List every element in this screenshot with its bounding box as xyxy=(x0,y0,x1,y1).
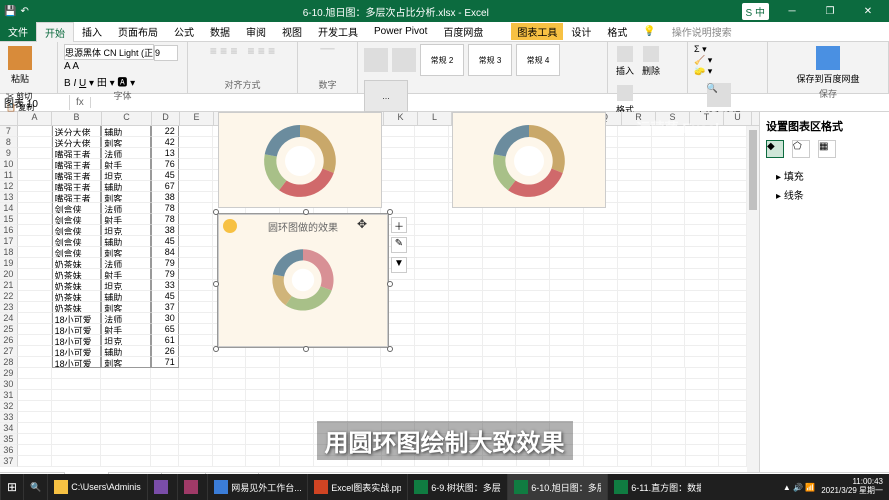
font-size-select[interactable] xyxy=(154,45,178,61)
sheet-area[interactable]: ABCDEFGHIJKLMNOPQRSTU 7送分大佬辅助228送分大佬刺客42… xyxy=(0,112,759,472)
pane-fill-icon[interactable]: ◆ xyxy=(766,140,784,158)
search-btn[interactable]: 🔍 xyxy=(23,474,47,500)
task-item[interactable]: 6-11.直方图：数据... xyxy=(607,474,707,500)
tab-dev[interactable]: 开发工具 xyxy=(310,22,366,41)
cond-format-icon[interactable] xyxy=(364,48,388,72)
tree-line[interactable]: ▸ 线条 xyxy=(766,185,883,204)
format-pane: 设置图表区格式 ◆ ⬠ ▦ ▸ 填充 ▸ 线条 xyxy=(759,112,889,472)
task-item[interactable]: 网易见外工作台... xyxy=(207,474,307,500)
restore-btn[interactable]: ❐ xyxy=(815,6,845,17)
tab-home[interactable]: 开始 xyxy=(36,22,74,42)
tab-review[interactable]: 审阅 xyxy=(238,22,274,41)
close-btn[interactable]: ✕ xyxy=(853,6,883,17)
tray-date: 2021/3/29 星期一 xyxy=(821,487,883,496)
tab-insert[interactable]: 插入 xyxy=(74,22,110,41)
style-more[interactable]: … xyxy=(364,80,408,112)
tab-data[interactable]: 数据 xyxy=(202,22,238,41)
delete-cell-btn[interactable]: 删除 xyxy=(640,44,662,79)
save-cloud-btn[interactable]: 保存到百度网盘 xyxy=(794,44,861,87)
pane-title: 设置图表区格式 xyxy=(766,118,883,134)
tab-view[interactable]: 视图 xyxy=(274,22,310,41)
ime-badge: S 中 xyxy=(742,3,769,20)
taskbar: ⊞ 🔍 C:\Users\Adminis... 网易见外工作台... Excel… xyxy=(0,474,889,500)
chart-filter-btn[interactable]: ▼ xyxy=(391,257,407,273)
start-btn[interactable]: ⊞ xyxy=(0,474,23,500)
scroll-vertical[interactable] xyxy=(747,126,759,472)
group-align-label: 对齐方式 xyxy=(224,78,260,91)
watermark: 运营菌 Excel xyxy=(637,118,719,138)
video-caption: 用圆环图绘制大致效果 xyxy=(317,421,573,460)
font-name-select[interactable] xyxy=(64,44,154,60)
chart-add-btn[interactable]: ＋ xyxy=(391,217,407,233)
group-save-label: 保存 xyxy=(819,87,837,100)
window-title: 6-10.旭日图：多层次占比分析.xlsx - Excel xyxy=(50,4,742,19)
minimize-btn[interactable]: ─ xyxy=(777,6,807,17)
tab-design[interactable]: 设计 xyxy=(563,22,599,41)
tab-file[interactable]: 文件 xyxy=(0,22,36,41)
insert-cell-btn[interactable]: 插入 xyxy=(614,44,636,79)
tab-layout[interactable]: 页面布局 xyxy=(110,22,166,41)
group-number-label: 数字 xyxy=(318,78,336,91)
style-slot-2[interactable]: 常规 3 xyxy=(468,44,512,76)
qat-undo-icon[interactable]: ↶ xyxy=(20,6,28,17)
tell-me[interactable]: 操作说明搜索 xyxy=(664,22,740,41)
tab-formulas[interactable]: 公式 xyxy=(166,22,202,41)
chart-top-right[interactable] xyxy=(452,112,606,208)
name-box[interactable]: 图表 10 xyxy=(0,95,70,110)
chart-selected[interactable]: 圆环图做的效果 ✥ ＋ ✎ ▼ xyxy=(218,214,388,347)
tab-pivot[interactable]: Power Pivot xyxy=(366,24,435,39)
group-font-label: 字体 xyxy=(113,89,131,102)
task-item[interactable] xyxy=(177,474,207,500)
qat-save-icon[interactable]: 💾 xyxy=(4,6,16,17)
move-cursor-icon: ✥ xyxy=(357,217,367,231)
pane-size-icon[interactable]: ▦ xyxy=(818,140,836,158)
chart-top-left[interactable] xyxy=(218,112,382,208)
tree-fill[interactable]: ▸ 填充 xyxy=(766,166,883,185)
fx-label[interactable]: fx xyxy=(70,97,91,108)
ribbon: 粘贴 ✂ 剪切 📋 复制 剪贴板 A A B I U ▾ 田 ▾ 🅰 ▾ 字体 … xyxy=(0,42,889,94)
tab-baidu[interactable]: 百度网盘 xyxy=(435,22,491,41)
task-item[interactable]: Excel图表实战.ppt... xyxy=(307,474,407,500)
task-item[interactable]: C:\Users\Adminis... xyxy=(47,474,147,500)
paste-btn[interactable]: 粘贴 xyxy=(6,44,34,87)
style-slot-1[interactable]: 常规 2 xyxy=(420,44,464,76)
table-format-icon[interactable] xyxy=(392,48,416,72)
tab-format[interactable]: 格式 xyxy=(599,22,635,41)
chart-tools-context: 图表工具 xyxy=(511,23,563,40)
ribbon-tabs: 文件 开始 插入 页面布局 公式 数据 审阅 视图 开发工具 Power Piv… xyxy=(0,22,889,42)
pane-effects-icon[interactable]: ⬠ xyxy=(792,140,810,158)
title-bar: 💾 ↶ 6-10.旭日图：多层次占比分析.xlsx - Excel S 中 ─ … xyxy=(0,0,889,22)
task-item[interactable] xyxy=(147,474,177,500)
style-slot-3[interactable]: 常规 4 xyxy=(516,44,560,76)
tray-icons[interactable]: ▲ 🔊 📶 xyxy=(783,483,815,492)
task-item[interactable]: 6-9.树状图：多层... xyxy=(407,474,507,500)
chart-style-btn[interactable]: ✎ xyxy=(391,237,407,253)
idea-icon[interactable] xyxy=(223,219,237,233)
task-item[interactable]: 6-10.旭日图：多层... xyxy=(507,474,607,500)
